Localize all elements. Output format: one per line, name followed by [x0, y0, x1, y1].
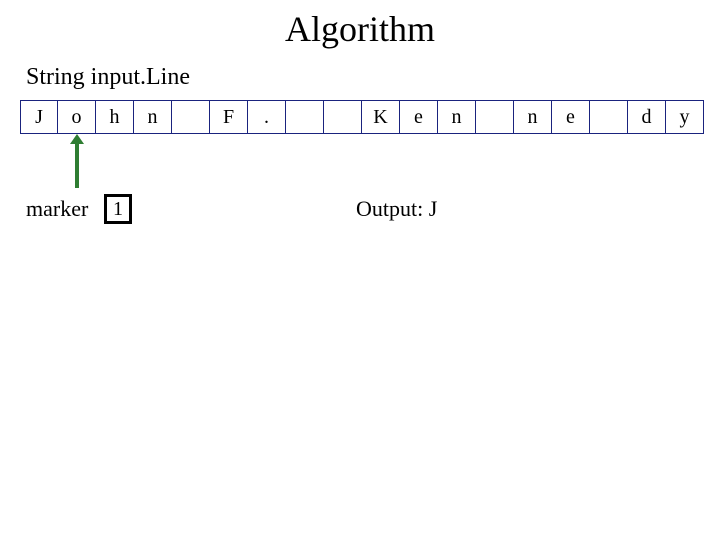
- page-title: Algorithm: [0, 8, 720, 50]
- cell-5: F: [210, 100, 248, 134]
- cell-3: n: [134, 100, 172, 134]
- cell-7: [286, 100, 324, 134]
- cell-0: J: [20, 100, 58, 134]
- cell-16: d: [628, 100, 666, 134]
- output-label: Output: J: [356, 196, 437, 222]
- cell-8: [324, 100, 362, 134]
- cell-1: o: [58, 100, 96, 134]
- marker-value-box: 1: [104, 194, 132, 224]
- cell-6: .: [248, 100, 286, 134]
- cell-17: y: [666, 100, 704, 134]
- subtitle-string-inputline: String input.Line: [26, 64, 190, 91]
- cell-2: h: [96, 100, 134, 134]
- cell-9: K: [362, 100, 400, 134]
- cell-10: e: [400, 100, 438, 134]
- marker-label: marker: [26, 196, 88, 222]
- marker-arrow: [75, 144, 79, 188]
- cell-15: [590, 100, 628, 134]
- cell-14: e: [552, 100, 590, 134]
- cell-13: n: [514, 100, 552, 134]
- cell-4: [172, 100, 210, 134]
- character-strip: JohnF.Kennedy: [20, 100, 704, 134]
- cell-12: [476, 100, 514, 134]
- cell-11: n: [438, 100, 476, 134]
